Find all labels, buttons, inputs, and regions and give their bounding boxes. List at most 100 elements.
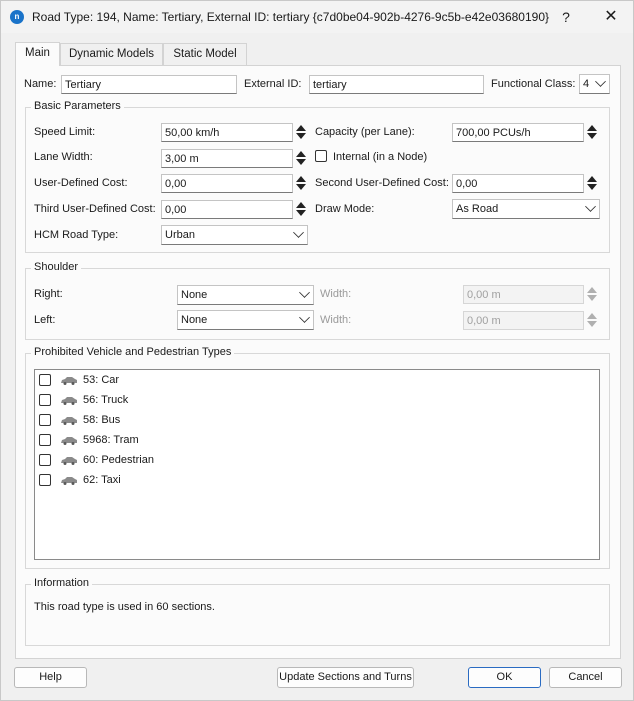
- capacity-input[interactable]: 700,00 PCUs/h: [452, 123, 584, 142]
- chevron-down-icon: [585, 201, 596, 212]
- tab-static-model[interactable]: Static Model: [163, 43, 247, 65]
- capacity-spinner[interactable]: [585, 123, 597, 142]
- second-cost-label: Second User-Defined Cost:: [315, 177, 449, 189]
- spin-up-icon[interactable]: [296, 151, 306, 157]
- external-id-label: External ID:: [244, 78, 302, 90]
- internal-label: Internal (in a Node): [333, 151, 428, 163]
- spin-up-icon: [587, 287, 597, 293]
- shoulder-title: Shoulder: [31, 261, 82, 273]
- hcm-road-type-select[interactable]: Urban: [161, 225, 308, 245]
- shoulder-right-select[interactable]: None: [177, 285, 314, 305]
- vehicle-icon: [61, 477, 77, 485]
- information-group: [25, 584, 610, 646]
- spin-down-icon[interactable]: [296, 133, 306, 139]
- spin-up-icon: [587, 313, 597, 319]
- user-cost-label: User-Defined Cost:: [34, 177, 128, 189]
- draw-mode-label: Draw Mode:: [315, 203, 375, 215]
- window-title: Road Type: 194, Name: Tertiary, External…: [32, 10, 550, 24]
- functional-class-label: Functional Class:: [491, 78, 576, 90]
- third-cost-spinner[interactable]: [294, 200, 306, 219]
- shoulder-left-width-label: Width:: [320, 314, 352, 326]
- spin-up-icon[interactable]: [587, 176, 597, 182]
- vehicle-icon: [61, 437, 77, 445]
- speed-limit-input[interactable]: 50,00 km/h: [161, 123, 293, 142]
- external-id-input[interactable]: tertiary: [309, 75, 484, 94]
- spin-down-icon[interactable]: [296, 210, 306, 216]
- prohibit-checkbox[interactable]: [39, 474, 51, 486]
- vehicle-icon: [61, 417, 77, 425]
- draw-mode-select[interactable]: As Road: [452, 199, 600, 219]
- user-cost-spinner[interactable]: [294, 174, 306, 193]
- prohibit-checkbox[interactable]: [39, 434, 51, 446]
- speed-limit-spinner[interactable]: [294, 123, 306, 142]
- lane-width-input[interactable]: 3,00 m: [161, 149, 293, 168]
- shoulder-left-select[interactable]: None: [177, 310, 314, 330]
- prohibited-types-list[interactable]: 53: Car 56: Truck 58: Bus 5968: Tram 60:…: [34, 369, 600, 560]
- hcm-road-type-value: Urban: [165, 229, 195, 241]
- spin-up-icon[interactable]: [296, 125, 306, 131]
- name-label: Name:: [24, 78, 57, 90]
- lane-width-spinner[interactable]: [294, 149, 306, 168]
- third-cost-input[interactable]: 0,00: [161, 200, 293, 219]
- information-text: This road type is used in 60 sections.: [34, 601, 215, 613]
- spin-down-icon[interactable]: [296, 159, 306, 165]
- shoulder-left-value: None: [181, 314, 208, 326]
- speed-limit-label: Speed Limit:: [34, 126, 96, 138]
- tab-main[interactable]: Main: [15, 42, 60, 66]
- information-title: Information: [31, 577, 93, 589]
- functional-class-select[interactable]: 4: [579, 74, 610, 94]
- lane-width-label: Lane Width:: [34, 151, 93, 163]
- chevron-down-icon: [299, 287, 310, 298]
- chevron-down-icon: [299, 312, 310, 323]
- second-cost-spinner[interactable]: [585, 174, 597, 193]
- shoulder-right-width-input: 0,00 m: [463, 285, 584, 304]
- prohibit-checkbox[interactable]: [39, 414, 51, 426]
- shoulder-right-width-spinner: [585, 285, 597, 304]
- spin-up-icon[interactable]: [296, 176, 306, 182]
- draw-mode-value: As Road: [456, 203, 499, 215]
- update-sections-button[interactable]: Update Sections and Turns: [277, 667, 414, 688]
- spin-down-icon[interactable]: [587, 133, 597, 139]
- spin-down-icon[interactable]: [587, 184, 597, 190]
- vehicle-label: 62: Taxi: [83, 474, 121, 486]
- shoulder-right-width-label: Width:: [320, 288, 352, 300]
- spin-down-icon: [587, 321, 597, 327]
- vehicle-icon: [61, 457, 77, 465]
- shoulder-right-label: Right:: [34, 288, 63, 300]
- hcm-road-type-label: HCM Road Type:: [34, 229, 119, 241]
- vehicle-label: 58: Bus: [83, 414, 121, 426]
- chevron-down-icon: [595, 76, 606, 87]
- prohibit-checkbox[interactable]: [39, 374, 51, 386]
- spin-up-icon[interactable]: [296, 202, 306, 208]
- shoulder-left-width-spinner: [585, 311, 597, 330]
- vehicle-label: 53: Car: [83, 374, 120, 386]
- tab-dynamic-models[interactable]: Dynamic Models: [60, 43, 163, 65]
- vehicle-label: 5968: Tram: [83, 434, 139, 446]
- vehicle-icon: [61, 397, 77, 405]
- spin-down-icon[interactable]: [296, 184, 306, 190]
- shoulder-left-width-input: 0,00 m: [463, 311, 584, 330]
- second-cost-input[interactable]: 0,00: [452, 174, 584, 193]
- ok-button[interactable]: OK: [468, 667, 541, 688]
- prohibit-checkbox[interactable]: [39, 394, 51, 406]
- vehicle-label: 60: Pedestrian: [83, 454, 154, 466]
- third-cost-label: Third User-Defined Cost:: [34, 203, 156, 215]
- user-cost-input[interactable]: 0,00: [161, 174, 293, 193]
- prohibited-types-title: Prohibited Vehicle and Pedestrian Types: [31, 346, 235, 358]
- spin-down-icon: [587, 295, 597, 301]
- vehicle-icon: [61, 377, 77, 385]
- internal-checkbox[interactable]: [315, 150, 327, 162]
- spin-up-icon[interactable]: [587, 125, 597, 131]
- vehicle-label: 56: Truck: [83, 394, 129, 406]
- close-icon[interactable]: ✕: [599, 7, 623, 27]
- prohibit-checkbox[interactable]: [39, 454, 51, 466]
- app-logo-icon: n: [10, 10, 24, 24]
- cancel-button[interactable]: Cancel: [549, 667, 622, 688]
- road-type-dialog: n Road Type: 194, Name: Tertiary, Extern…: [0, 0, 634, 701]
- help-button[interactable]: Help: [14, 667, 87, 688]
- chevron-down-icon: [293, 227, 304, 238]
- help-question-icon[interactable]: ?: [554, 7, 578, 27]
- name-input[interactable]: Tertiary: [61, 75, 237, 94]
- functional-class-value: 4: [583, 78, 590, 90]
- basic-parameters-title: Basic Parameters: [31, 100, 124, 112]
